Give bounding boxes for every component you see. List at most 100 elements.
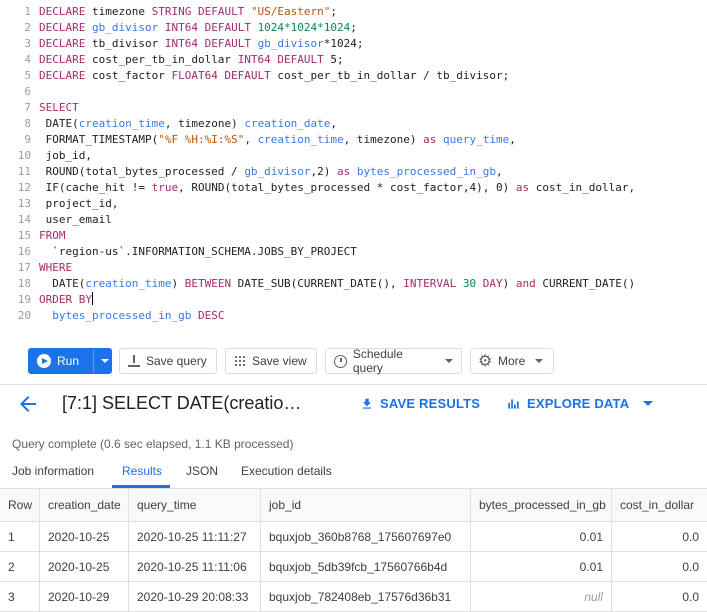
code-line[interactable]: 7 SELECT: [0, 100, 707, 116]
text-cursor: [91, 292, 93, 305]
cell-query-time: 2020-10-25 11:11:27: [129, 522, 261, 551]
code-token: SELECT: [39, 101, 79, 114]
code-token: cost_per_tb_in_dollar: [85, 53, 238, 66]
column-header-bytes-processed[interactable]: bytes_processed_in_gb: [471, 489, 612, 521]
table-header-row: Row creation_date query_time job_id byte…: [0, 489, 707, 522]
code-token: CURRENT_DATE(): [535, 277, 636, 290]
chevron-down-icon: [535, 359, 544, 363]
code-line[interactable]: 1 DECLARE timezone STRING DEFAULT "US/Eas…: [0, 4, 707, 20]
code-line[interactable]: 17 WHERE: [0, 260, 707, 276]
grid-icon: [234, 355, 246, 367]
tab-json[interactable]: JSON: [186, 464, 218, 478]
code-token: 5;: [323, 53, 344, 66]
save-results-button[interactable]: SAVE RESULTS: [360, 396, 480, 411]
code-line[interactable]: 15 FROM: [0, 228, 707, 244]
back-arrow-icon[interactable]: [16, 392, 40, 416]
more-label: More: [498, 354, 526, 368]
code-token: query_time: [443, 133, 510, 146]
code-token: 30: [462, 277, 477, 290]
results-header: [7:1] SELECT DATE(creatio… SAVE RESULTS …: [0, 384, 707, 424]
run-main[interactable]: Run: [29, 349, 87, 373]
column-header-creation-date[interactable]: creation_date: [40, 489, 129, 521]
code-token: "%F %H:%I:%S": [158, 133, 245, 146]
table-row: 3 2020-10-29 2020-10-29 20:08:33 bquxjob…: [0, 582, 707, 612]
chevron-down-icon: [101, 359, 110, 363]
sql-editor[interactable]: 1 DECLARE timezone STRING DEFAULT "US/Eas…: [0, 0, 707, 340]
table-row: 1 2020-10-25 2020-10-25 11:11:27 bquxjob…: [0, 522, 707, 552]
column-header-cost[interactable]: cost_in_dollar: [612, 489, 707, 521]
code-line[interactable]: 5 DECLARE cost_factor FLOAT64 DEFAULT cos…: [0, 68, 707, 84]
code-line[interactable]: 18 DATE(creation_time) BETWEEN DATE_SUB(…: [0, 276, 707, 292]
code-line[interactable]: 10 job_id,: [0, 148, 707, 164]
column-header-row[interactable]: Row: [0, 489, 40, 521]
code-token: DATE_SUB(CURRENT_DATE(),: [231, 277, 404, 290]
code-token: INT64 DEFAULT: [237, 53, 324, 66]
run-options-dropdown[interactable]: [93, 349, 116, 373]
code-line[interactable]: 6: [0, 84, 707, 100]
code-token: ,: [330, 117, 338, 130]
cell-bytes-processed: 0.01: [471, 552, 612, 581]
code-token: BETWEEN: [184, 277, 232, 290]
active-tab-indicator: [112, 485, 170, 488]
tab-execution-details[interactable]: Execution details: [241, 464, 332, 478]
save-results-label: SAVE RESULTS: [380, 396, 481, 411]
save-view-button[interactable]: Save view: [225, 348, 317, 374]
code-line[interactable]: 2 DECLARE gb_divisor INT64 DEFAULT 1024*1…: [0, 20, 707, 36]
code-token: cost_in_dollar,: [529, 181, 636, 194]
line-number: 9: [24, 133, 31, 146]
code-line[interactable]: 20 bytes_processed_in_gb DESC: [0, 308, 707, 324]
line-number: 8: [24, 117, 31, 130]
code-line[interactable]: 9 FORMAT_TIMESTAMP("%F %H:%I:%S", creati…: [0, 132, 707, 148]
code-token: job_id,: [39, 149, 92, 162]
code-line[interactable]: 13 project_id,: [0, 196, 707, 212]
column-header-query-time[interactable]: query_time: [129, 489, 261, 521]
cell-query-time: 2020-10-29 20:08:33: [129, 582, 261, 611]
line-number: 13: [17, 197, 31, 210]
code-token: , timezone): [343, 133, 424, 146]
schedule-query-label: Schedule query: [352, 347, 403, 375]
code-line[interactable]: 11 ROUND(total_bytes_processed / gb_divi…: [0, 164, 707, 180]
line-number: 14: [17, 213, 31, 226]
code-line[interactable]: 4 DECLARE cost_per_tb_in_dollar INT64 DEF…: [0, 52, 707, 68]
code-token: INTERVAL: [403, 277, 457, 290]
code-line[interactable]: 19 ORDER BY: [0, 292, 707, 308]
code-token: FROM: [39, 229, 66, 242]
column-header-job-id[interactable]: job_id: [261, 489, 471, 521]
code-token: DECLARE: [39, 21, 86, 34]
code-line[interactable]: 8 DATE(creation_time, timezone) creation…: [0, 116, 707, 132]
run-button[interactable]: Run: [28, 348, 112, 374]
explore-data-label: EXPLORE DATA: [527, 396, 630, 411]
tab-results[interactable]: Results: [122, 464, 162, 478]
code-token: DECLARE: [39, 37, 86, 50]
line-number: 6: [24, 85, 31, 98]
cell-creation-date: 2020-10-25: [40, 552, 129, 581]
cell-job-id: bquxjob_5db39fcb_17560766b4d: [261, 552, 471, 581]
code-line[interactable]: 12 IF(cache_hit != true, ROUND(total_byt…: [0, 180, 707, 196]
code-token: STRING DEFAULT: [151, 5, 245, 18]
code-token: DECLARE: [39, 5, 86, 18]
code-token: bytes_processed_in_gb: [356, 165, 496, 178]
line-number: 18: [17, 277, 31, 290]
more-button[interactable]: More: [470, 348, 554, 374]
explore-data-button[interactable]: EXPLORE DATA: [506, 396, 654, 411]
code-token: 1024*1024*1024: [257, 21, 351, 34]
line-number: 5: [24, 69, 31, 82]
tab-job-information[interactable]: Job information: [12, 464, 94, 478]
cell-bytes-processed: null: [471, 582, 612, 611]
code-line[interactable]: 14 user_email: [0, 212, 707, 228]
code-line[interactable]: 16 `region-us`.INFORMATION_SCHEMA.JOBS_B…: [0, 244, 707, 260]
line-number: 15: [17, 229, 31, 242]
download-icon: [128, 355, 140, 367]
code-token: DATE(: [39, 117, 79, 130]
save-query-button[interactable]: Save query: [119, 348, 217, 374]
query-status: Query complete (0.6 sec elapsed, 1.1 KB …: [12, 437, 294, 451]
line-number: 10: [17, 149, 31, 162]
code-line[interactable]: 3 DECLARE tb_divisor INT64 DEFAULT gb_div…: [0, 36, 707, 52]
schedule-query-button[interactable]: Schedule query: [325, 347, 462, 375]
code-token: INT64 DEFAULT: [164, 21, 251, 34]
